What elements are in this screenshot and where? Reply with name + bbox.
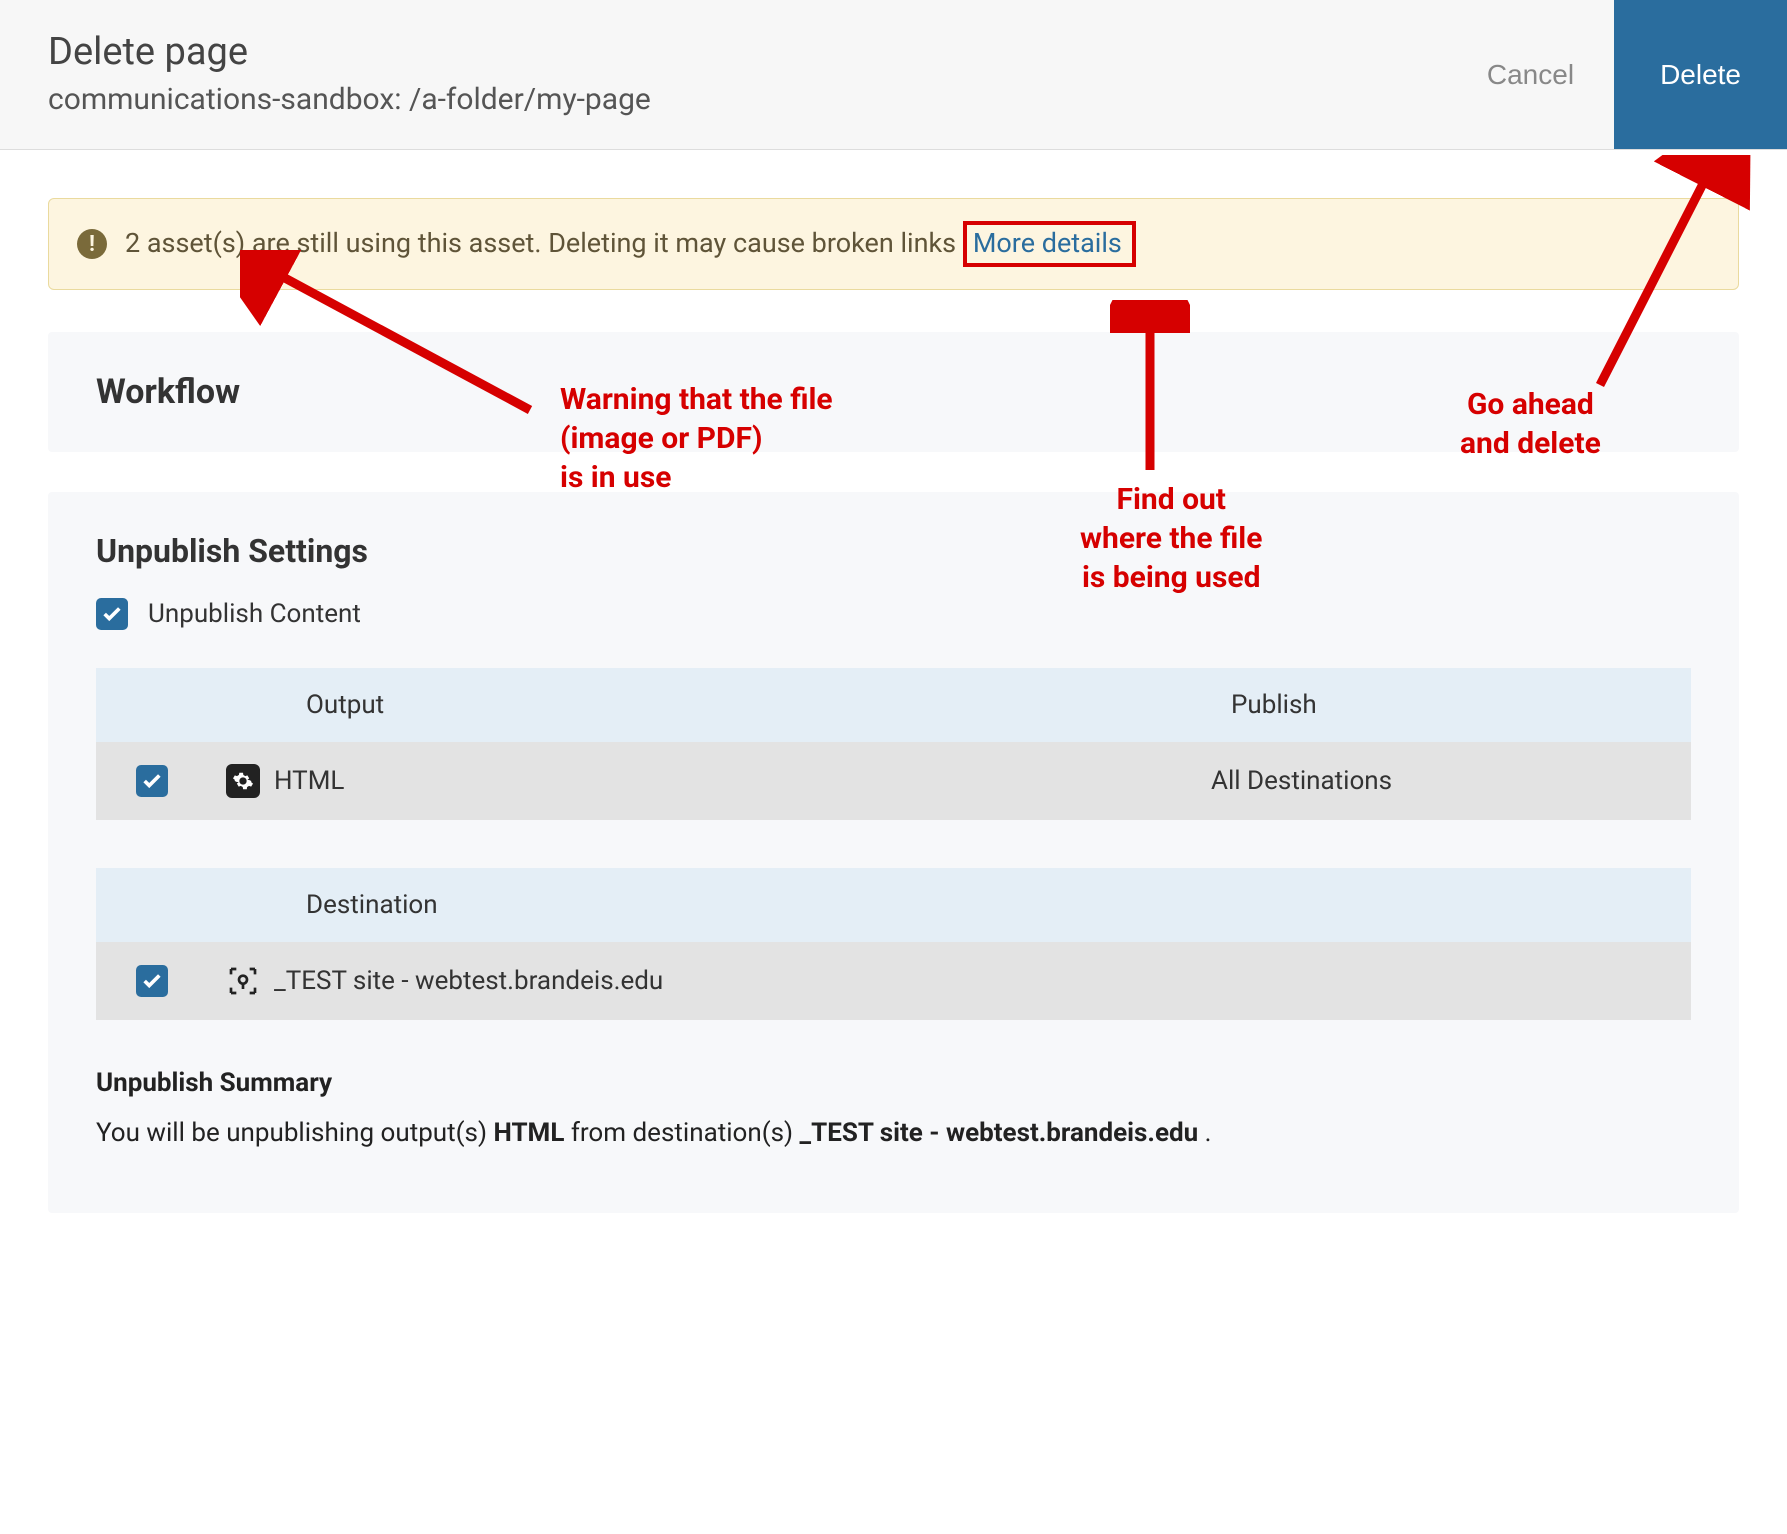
unpublish-content-row: Unpublish Content	[96, 598, 1691, 630]
page-subtitle: communications-sandbox: /a-folder/my-pag…	[48, 82, 1447, 117]
destination-row-check-col	[96, 965, 206, 997]
summary-mid: from destination(s)	[564, 1118, 799, 1148]
output-row-check-col	[96, 765, 206, 797]
output-header-output: Output	[206, 690, 1211, 720]
output-row-checkbox[interactable]	[136, 765, 168, 797]
output-header-publish: Publish	[1211, 690, 1691, 720]
warning-banner: ! 2 asset(s) are still using this asset.…	[48, 198, 1739, 290]
unpublish-content-checkbox[interactable]	[96, 598, 128, 630]
dialog-content: ! 2 asset(s) are still using this asset.…	[0, 150, 1787, 1301]
header-actions: Cancel Delete	[1447, 0, 1787, 149]
output-row-output: HTML	[206, 764, 1211, 798]
warning-text: 2 asset(s) are still using this asset. D…	[125, 227, 956, 259]
destination-row-cell: _TEST site - webtest.brandeis.edu	[206, 964, 1211, 998]
check-icon	[141, 770, 163, 792]
destination-icon	[226, 964, 260, 998]
more-details-link[interactable]: More details	[963, 221, 1136, 267]
output-row: HTML All Destinations	[96, 742, 1691, 820]
unpublish-title: Unpublish Settings	[96, 532, 1691, 570]
destination-row-checkbox[interactable]	[136, 965, 168, 997]
unpublish-panel: Unpublish Settings Unpublish Content Out…	[48, 492, 1739, 1213]
destination-table-header: Destination	[96, 868, 1691, 942]
check-icon	[141, 970, 163, 992]
output-table: Output Publish HTML All Destinations	[96, 668, 1691, 820]
warning-icon: !	[77, 229, 107, 259]
summary-suffix: .	[1198, 1118, 1211, 1148]
destination-row: _TEST site - webtest.brandeis.edu	[96, 942, 1691, 1020]
dialog-header: Delete page communications-sandbox: /a-f…	[0, 0, 1787, 150]
gear-icon	[226, 764, 260, 798]
destination-table: Destination	[96, 868, 1691, 1020]
destination-row-label: _TEST site - webtest.brandeis.edu	[274, 966, 663, 996]
unpublish-summary-text: You will be unpublishing output(s) HTML …	[96, 1114, 1691, 1153]
summary-dest: _TEST site - webtest.brandeis.edu	[800, 1118, 1199, 1148]
summary-output: HTML	[493, 1118, 564, 1148]
check-icon	[101, 603, 123, 625]
warning-text-wrap: 2 asset(s) are still using this asset. D…	[125, 221, 1136, 267]
destination-header: Destination	[206, 890, 1211, 920]
output-table-header: Output Publish	[96, 668, 1691, 742]
output-row-publish: All Destinations	[1211, 766, 1691, 796]
workflow-title: Workflow	[96, 372, 1691, 412]
workflow-panel: Workflow	[48, 332, 1739, 452]
unpublish-summary-title: Unpublish Summary	[96, 1068, 1691, 1098]
unpublish-content-label: Unpublish Content	[148, 599, 361, 629]
page-title: Delete page	[48, 30, 1447, 74]
output-row-label: HTML	[274, 766, 344, 796]
cancel-button[interactable]: Cancel	[1447, 0, 1614, 149]
summary-prefix: You will be unpublishing output(s)	[96, 1118, 493, 1148]
header-titles: Delete page communications-sandbox: /a-f…	[48, 0, 1447, 149]
delete-button[interactable]: Delete	[1614, 0, 1787, 149]
